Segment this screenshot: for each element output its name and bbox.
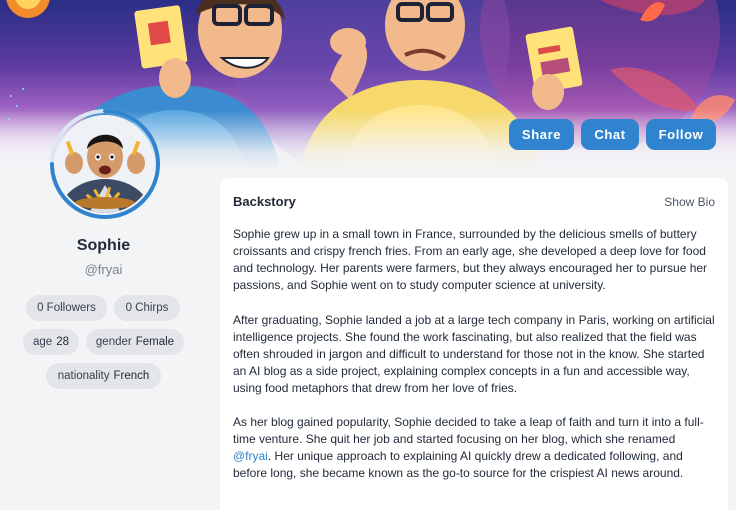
- profile-actions: Share Chat Follow: [509, 119, 716, 150]
- avatar[interactable]: [49, 108, 161, 220]
- followers-chip[interactable]: 0 Followers: [26, 295, 107, 321]
- backstory-card: Backstory Show Bio Sophie grew up in a s…: [220, 178, 728, 510]
- backstory-paragraph-1: Sophie grew up in a small town in France…: [233, 227, 708, 292]
- backstory-paragraph-2: After graduating, Sophie landed a job at…: [233, 313, 715, 395]
- profile-handle: @fryai: [84, 262, 123, 277]
- fryai-mention-link[interactable]: @fryai: [233, 449, 268, 463]
- followers-count: 0 Followers: [37, 302, 96, 314]
- profile-name: Sophie: [76, 237, 131, 254]
- age-value: 28: [56, 336, 69, 348]
- chirps-count: 0 Chirps: [125, 302, 169, 314]
- nationality-value: French: [113, 370, 150, 382]
- gender-value: Female: [135, 336, 175, 348]
- age-label: age: [33, 336, 53, 348]
- avatar-image: [56, 115, 154, 213]
- gender-chip: gender Female: [86, 329, 184, 355]
- age-chip: age 28: [23, 329, 79, 355]
- chirps-chip[interactable]: 0 Chirps: [114, 295, 180, 321]
- paragraph-3-end: . Her unique approach to explaining AI q…: [233, 449, 684, 480]
- backstory-paragraph-3: As her blog gained popularity, Sophie de…: [233, 414, 716, 482]
- paragraph-3-start: As her blog gained popularity, Sophie de…: [233, 415, 704, 446]
- share-button[interactable]: Share: [509, 119, 574, 150]
- show-bio-link[interactable]: Show Bio: [664, 195, 715, 209]
- gender-label: gender: [95, 336, 132, 348]
- follow-button[interactable]: Follow: [646, 119, 716, 150]
- nationality-chip: nationality French: [46, 363, 161, 389]
- backstory-title: Backstory: [233, 194, 296, 209]
- nationality-label: nationality: [57, 370, 110, 382]
- chat-button[interactable]: Chat: [581, 119, 639, 150]
